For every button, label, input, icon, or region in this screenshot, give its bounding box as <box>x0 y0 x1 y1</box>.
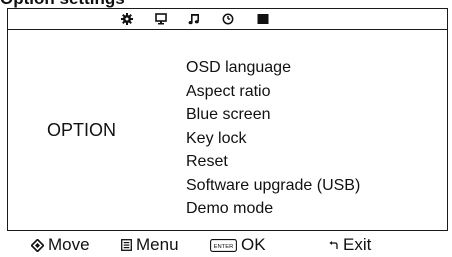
legend-exit-label: Exit <box>343 235 372 254</box>
gear-icon[interactable] <box>119 11 135 27</box>
legend-menu-label: Menu <box>136 235 179 254</box>
directional-pad-icon <box>31 238 44 252</box>
return-arrow-icon <box>329 240 339 251</box>
enter-key-text: ENTER <box>214 243 234 249</box>
legend-move-label: Move <box>48 235 90 254</box>
legend-ok: ENTER OK <box>210 233 266 257</box>
option-list: OSD language Aspect ratio Blue screen Ke… <box>186 56 360 221</box>
option-block-icon[interactable] <box>255 11 271 27</box>
legend-exit: Exit <box>329 233 371 257</box>
option-key-lock[interactable]: Key lock <box>186 127 360 151</box>
legend-move: Move <box>31 233 90 257</box>
option-osd-language[interactable]: OSD language <box>186 56 360 80</box>
clock-icon[interactable] <box>220 11 236 27</box>
option-demo-mode[interactable]: Demo mode <box>186 197 360 221</box>
monitor-icon[interactable] <box>153 11 169 27</box>
category-label: OPTION <box>47 120 117 140</box>
legend-ok-label: OK <box>241 235 266 254</box>
music-note-icon[interactable] <box>186 11 202 27</box>
key-legend: Move Menu ENTER OK Exit <box>0 233 452 257</box>
menu-tab-bar <box>8 9 447 30</box>
option-reset[interactable]: Reset <box>186 150 360 174</box>
menu-icon <box>121 239 132 251</box>
osd-menu-frame: OPTION OSD language Aspect ratio Blue sc… <box>7 8 448 231</box>
page-title: Option settings <box>0 0 125 8</box>
option-software-upgrade[interactable]: Software upgrade (USB) <box>186 174 360 198</box>
legend-menu: Menu <box>121 233 179 257</box>
enter-key-icon: ENTER <box>210 238 237 252</box>
option-blue-screen[interactable]: Blue screen <box>186 103 360 127</box>
option-aspect-ratio[interactable]: Aspect ratio <box>186 80 360 104</box>
